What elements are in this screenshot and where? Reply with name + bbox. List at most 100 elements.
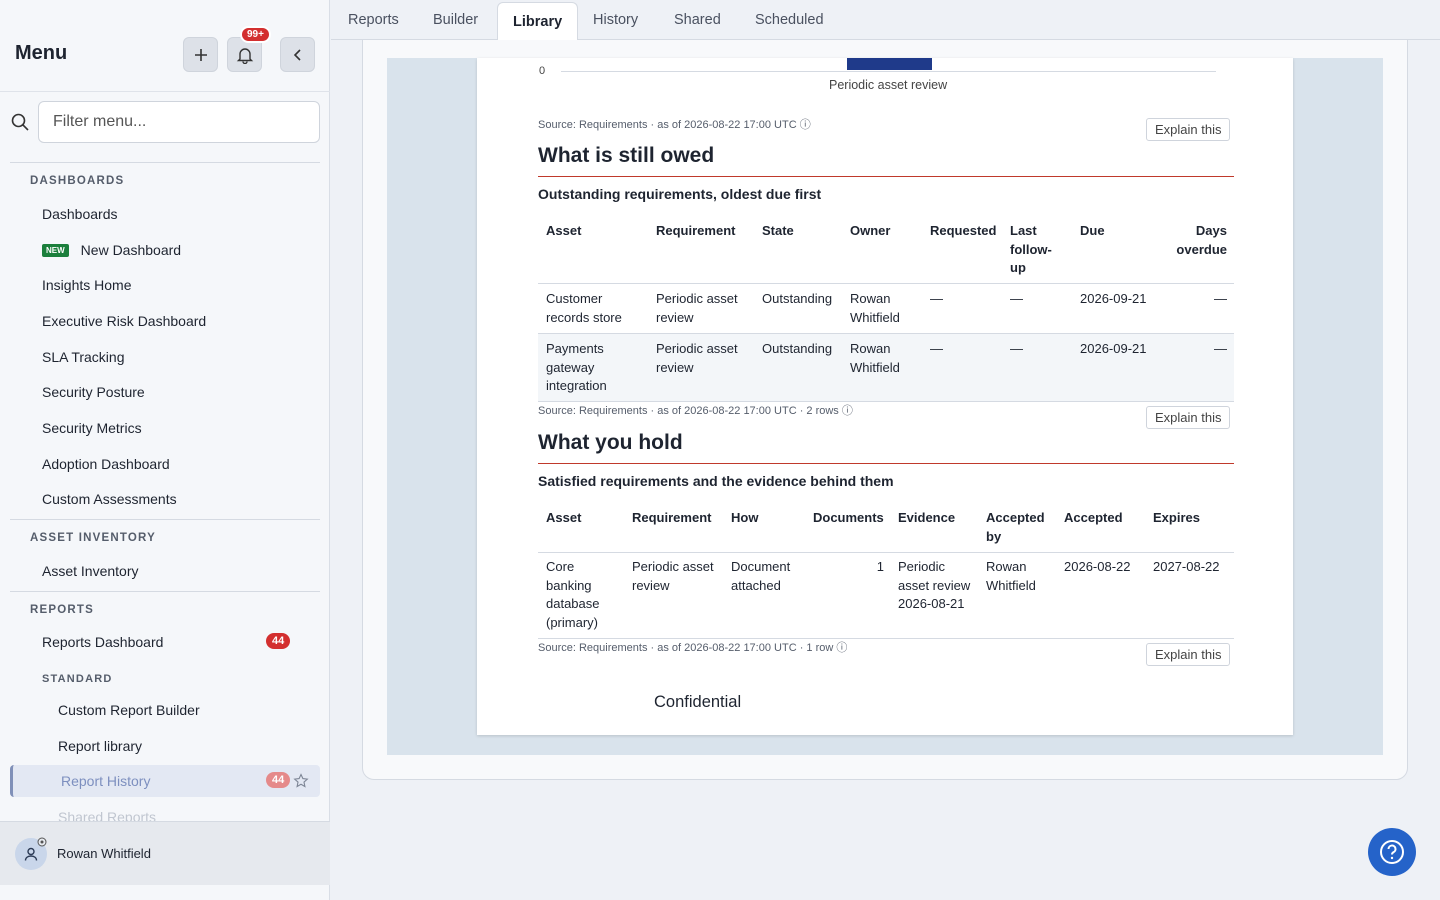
cell: Outstanding (762, 341, 833, 356)
sidebar-item-new-dashboard[interactable]: NEW New Dashboard (42, 242, 181, 258)
sidebar-item-asset-inventory[interactable]: Asset Inventory (42, 563, 139, 579)
user-icon (24, 847, 38, 861)
cell: — (1010, 341, 1023, 356)
tab-history[interactable]: History (593, 12, 638, 28)
sidebar-item-label: New Dashboard (80, 242, 182, 258)
tab-shared[interactable]: Shared (674, 12, 721, 28)
cell: Periodic asset review 2026-08-21 (898, 559, 971, 611)
divider (10, 519, 320, 520)
cell: Rowan Whitfield (986, 559, 1036, 593)
chevron-left-icon (293, 48, 301, 61)
sidebar-item-custom-report-builder[interactable]: Custom Report Builder (58, 702, 200, 718)
sidebar-item-security-posture[interactable]: Security Posture (42, 384, 145, 400)
source-text: Source: Requirements · as of 2026-08-22 … (538, 119, 797, 131)
cell: 2026-08-22 (1064, 559, 1131, 574)
chart-category-label: Periodic asset review (829, 78, 948, 92)
menu-search (0, 92, 330, 152)
help-icon (1380, 840, 1404, 864)
sidebar-item-adoption-dashboard[interactable]: Adoption Dashboard (42, 456, 170, 472)
cell: 1 (876, 559, 884, 574)
collapse-sidebar-button[interactable] (280, 37, 315, 72)
source-text: Source: Requirements · as of 2026-08-22 … (538, 642, 834, 654)
filter-menu-input[interactable] (38, 101, 320, 143)
user-footer[interactable]: Rowan Whitfield (0, 821, 330, 885)
col-header: Days overdue (1176, 223, 1227, 257)
reports-dashboard-count-badge: 44 (266, 633, 291, 649)
bell-icon (236, 47, 253, 64)
cell: Document attached (731, 559, 791, 593)
cell: 2027-08-22 (1153, 559, 1220, 574)
cell: Periodic asset review (656, 341, 738, 375)
search-icon (11, 113, 29, 131)
cell: Rowan Whitfield (850, 341, 900, 375)
notifications-badge: 99+ (240, 26, 271, 43)
section-label-reports: REPORTS (30, 604, 94, 616)
report-history-count-badge: 44 (266, 772, 291, 788)
cell: Outstanding (762, 291, 833, 306)
help-button[interactable] (1368, 828, 1416, 876)
tab-builder[interactable]: Builder (433, 12, 478, 28)
chart-axis (561, 71, 1216, 72)
add-button[interactable] (183, 37, 218, 72)
cell: — (1214, 291, 1227, 306)
cell: Rowan Whitfield (850, 291, 900, 325)
cell: Customer records store (546, 291, 622, 325)
chart-bar (847, 58, 932, 70)
info-icon[interactable]: ⓘ (836, 642, 847, 654)
col-header: Requirement (632, 510, 712, 525)
sidebar-item-reports-dashboard[interactable]: Reports Dashboard (42, 634, 163, 650)
cell: — (1214, 341, 1227, 356)
sidebar-item-sla-tracking[interactable]: SLA Tracking (42, 349, 125, 365)
confidential-footer: Confidential (654, 693, 742, 711)
tab-scheduled[interactable]: Scheduled (755, 12, 824, 28)
settings-gear-icon (37, 837, 47, 847)
sidebar-header: Menu 99+ (0, 0, 330, 92)
user-name: Rowan Whitfield (57, 846, 151, 861)
col-header: Asset (546, 223, 582, 238)
tab-reports[interactable]: Reports (348, 12, 399, 28)
section-label-asset-inventory: ASSET INVENTORY (30, 532, 156, 544)
col-header: State (762, 223, 794, 238)
tab-library[interactable]: Library (497, 2, 579, 40)
cell: Periodic asset review (656, 291, 738, 325)
sidebar-item-custom-assessments[interactable]: Custom Assessments (42, 491, 177, 507)
sidebar-item-security-metrics[interactable]: Security Metrics (42, 420, 142, 436)
col-header: Accepted by (986, 510, 1045, 544)
hold-subtitle: Satisfied requirements and the evidence … (538, 473, 894, 489)
col-header: Accepted (1064, 510, 1123, 525)
col-header: Due (1080, 223, 1105, 238)
source-note: Source: Requirements · as of 2026-08-22 … (538, 639, 847, 655)
cell: — (930, 291, 943, 306)
chart-zero-tick: 0 (539, 65, 546, 77)
source-note: Source: Requirements · as of 2026-08-22 … (538, 402, 853, 418)
new-tag: NEW (42, 244, 69, 257)
col-header: Owner (850, 223, 891, 238)
col-header: Last follow-up (1010, 223, 1052, 275)
explain-button[interactable]: Explain this (1146, 643, 1231, 666)
info-icon[interactable]: ⓘ (842, 405, 853, 417)
plus-icon (194, 48, 207, 61)
info-icon[interactable]: ⓘ (800, 119, 811, 131)
section-label-standard: STANDARD (42, 673, 113, 685)
sidebar-item-executive-risk-dashboard[interactable]: Executive Risk Dashboard (42, 313, 206, 329)
source-text: Source: Requirements · as of 2026-08-22 … (538, 405, 839, 417)
sidebar: Menu 99+ DASHBOARDS Dashboards NEW New Da… (0, 0, 330, 900)
sidebar-item-report-library[interactable]: Report library (58, 738, 142, 754)
cell: 2026-09-21 (1080, 341, 1147, 356)
sidebar-title: Menu (15, 42, 68, 64)
explain-button[interactable]: Explain this (1146, 406, 1231, 429)
col-header: Asset (546, 510, 582, 525)
col-header: Requirement (656, 223, 736, 238)
star-icon[interactable] (293, 773, 309, 789)
sidebar-item-dashboards[interactable]: Dashboards (42, 206, 118, 222)
col-header: Evidence (898, 510, 956, 525)
sidebar-item-report-history[interactable]: Report History (61, 773, 150, 789)
sidebar-item-insights-home[interactable]: Insights Home (42, 277, 131, 293)
hold-title: What you hold (538, 431, 683, 454)
col-header: Requested (930, 223, 997, 238)
title-rule (538, 176, 1234, 177)
explain-button[interactable]: Explain this (1146, 118, 1231, 141)
sidebar-item-shared-reports[interactable]: Shared Reports (58, 809, 156, 821)
cell: Payments gateway integration (546, 341, 607, 393)
report-page: 0 Periodic asset review Source: Requirem… (477, 58, 1293, 735)
